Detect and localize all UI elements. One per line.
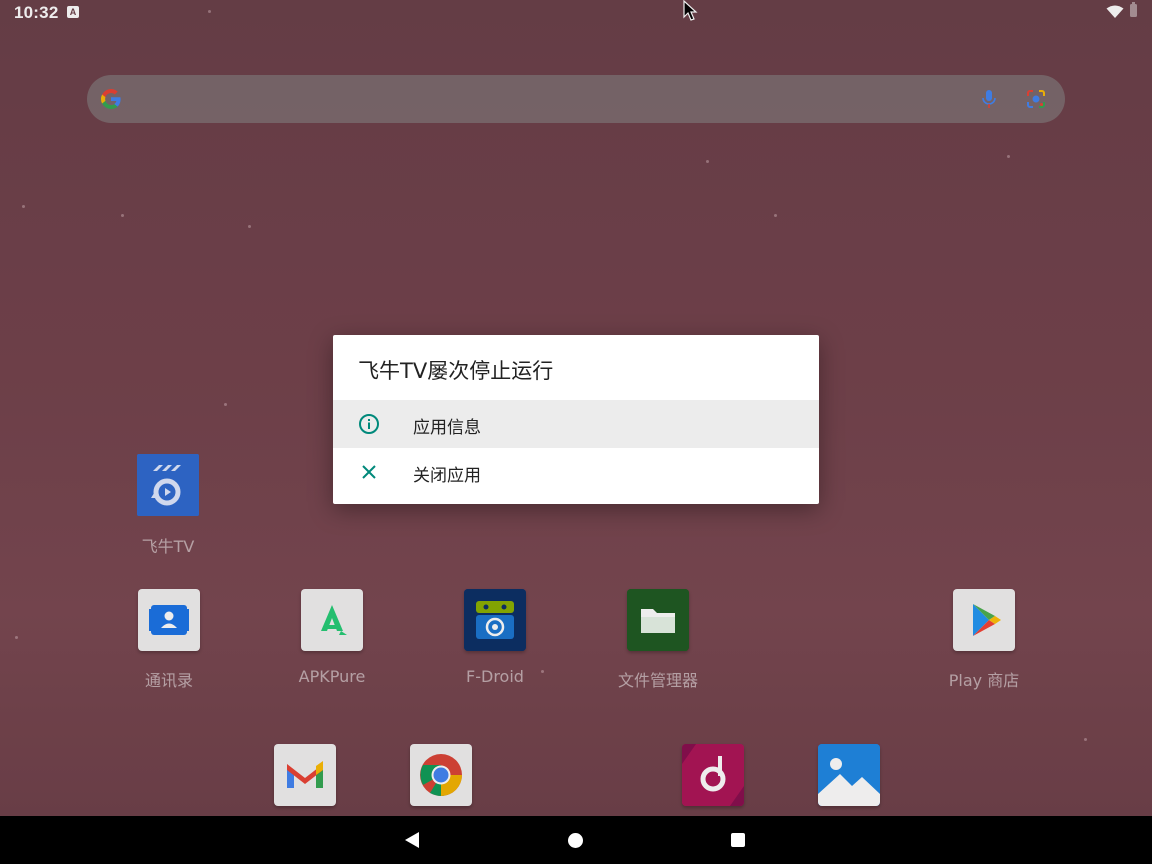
close-icon — [362, 465, 376, 479]
app-crash-dialog: 飞牛TV屡次停止运行 应用信息 关闭应用 — [333, 335, 819, 504]
navigation-bar — [0, 816, 1152, 864]
info-icon — [359, 414, 379, 434]
close-app-label: 关闭应用 — [413, 466, 481, 486]
recents-button[interactable] — [731, 833, 745, 847]
home-screen: 10:32 A 飞牛TV 通讯录 APKPure F-Droid 文件管理器 P… — [0, 0, 1152, 816]
back-button[interactable] — [405, 832, 419, 848]
close-app-option[interactable]: 关闭应用 — [333, 448, 819, 496]
dialog-title: 飞牛TV屡次停止运行 — [358, 359, 554, 383]
home-button[interactable] — [568, 833, 583, 848]
app-info-option[interactable]: 应用信息 — [333, 400, 819, 448]
app-info-label: 应用信息 — [413, 418, 481, 438]
